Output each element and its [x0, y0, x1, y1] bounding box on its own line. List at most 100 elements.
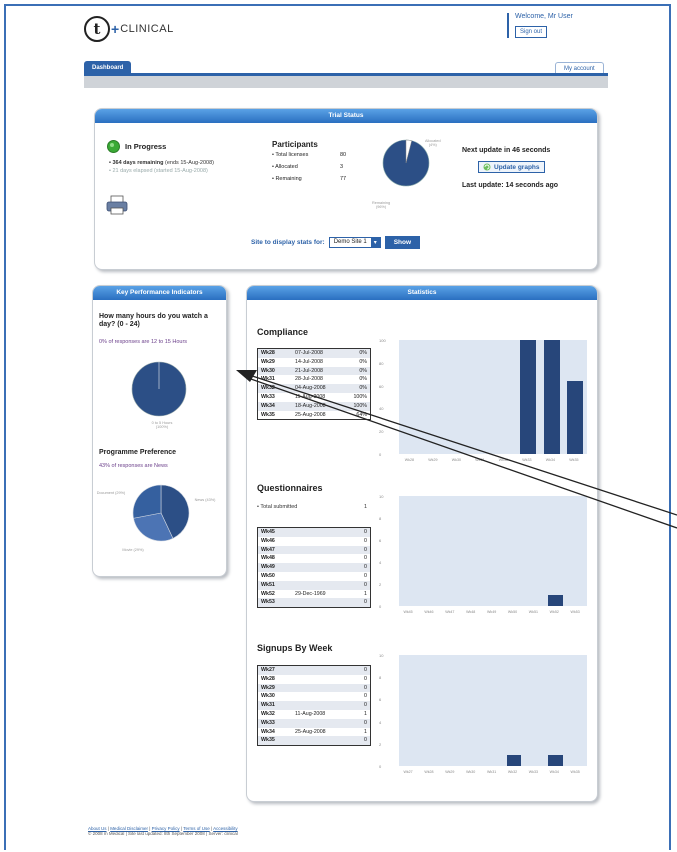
x-tick-label: Wk33	[522, 458, 532, 462]
y-tick-label: 20	[379, 429, 384, 435]
table-row: Wk49 0	[257, 563, 371, 572]
hours-pie-chart	[131, 361, 187, 417]
y-tick-label: 10	[379, 653, 384, 658]
date-cell	[292, 546, 342, 555]
sign-out-button[interactable]: Sign out	[515, 26, 548, 38]
week-cell: Wk35	[261, 411, 275, 418]
chart-plot-area	[399, 496, 587, 606]
date-cell	[292, 572, 342, 581]
date-cell	[292, 684, 342, 693]
value-cell: 0%	[359, 376, 367, 383]
days-remaining: • 364 days remaining (ends 15-Aug-2008)	[109, 160, 214, 166]
chart-bar	[520, 340, 537, 454]
trial-status-title: Trial Status	[95, 109, 597, 123]
date-cell	[292, 554, 342, 563]
date-cell	[292, 666, 342, 675]
value-cell: 0	[364, 693, 367, 700]
week-cell: Wk48	[261, 555, 275, 562]
chart-bar	[567, 381, 584, 454]
date-cell	[292, 537, 342, 546]
refresh-icon	[483, 163, 491, 171]
chart-bar	[543, 340, 560, 454]
logo-plus-icon: +	[111, 21, 120, 37]
update-graphs-button[interactable]: Update graphs	[478, 161, 545, 173]
x-tick-label: Wk48	[466, 610, 476, 614]
date-cell: 07-Jul-2008	[295, 350, 323, 356]
programme-pie-chart	[132, 484, 190, 542]
logo-wordmark: CLINICAL	[120, 23, 174, 35]
x-tick-label: Wk35	[569, 458, 579, 462]
trial-status-panel: Trial Status In Progress • 364 days rema…	[94, 108, 598, 270]
date-cell	[292, 675, 342, 684]
value-cell: 0	[364, 702, 367, 709]
date-cell	[292, 719, 342, 728]
x-tick-label: Wk52	[549, 610, 559, 614]
compliance-title: Compliance	[257, 327, 309, 337]
week-cell: Wk45	[261, 529, 275, 535]
y-tick-label: 6	[379, 538, 382, 543]
x-tick-label: Wk46	[424, 610, 434, 614]
x-tick-label: Wk34	[545, 458, 555, 462]
week-cell: Wk46	[261, 537, 275, 544]
week-cell: Wk32	[261, 710, 275, 717]
news-slice-label: News (43%)	[194, 498, 216, 502]
value-cell: 0	[364, 581, 367, 588]
x-tick-label: Wk29	[445, 770, 455, 774]
date-cell: 25-Aug-2008	[295, 728, 326, 735]
value-cell: 0	[364, 564, 367, 571]
y-tick-label: 40	[379, 406, 384, 412]
days-elapsed: • 21 days elapsed (started 15-Aug-2008)	[109, 168, 208, 174]
x-tick-label: Wk28	[424, 770, 434, 774]
week-cell: Wk52	[261, 590, 275, 597]
table-row: Wk33 0	[257, 718, 371, 728]
value-cell: 0	[364, 737, 367, 744]
date-cell	[292, 736, 342, 745]
x-tick-label: Wk29	[428, 458, 438, 462]
table-row: Wk30 0	[258, 692, 371, 701]
allocated-pct: (4%)	[428, 143, 437, 147]
table-row: Wk33 11-Aug-2008 100%	[258, 393, 371, 402]
date-cell	[292, 563, 342, 572]
update-graphs-label: Update graphs	[494, 163, 540, 171]
table-row: Wk34 25-Aug-2008 1	[258, 728, 371, 737]
kpi-panel: Key Performance Indicators How many hour…	[92, 285, 227, 577]
site-select-value: Demo Site 1	[333, 239, 367, 245]
value-cell: 0%	[359, 350, 367, 356]
table-row: Wk31 0	[257, 701, 371, 710]
table-row: Wk29 14-Jul-2008 0%	[258, 358, 371, 367]
table-row: Wk46 0	[258, 537, 371, 546]
license-pie-chart	[382, 139, 430, 187]
x-tick-label: Wk27	[403, 770, 413, 774]
site-selector-row: Site to display stats for: Demo Site 1 ▾…	[251, 236, 421, 249]
compliance-table: Wk28 07-Jul-2008 0% Wk29 14-Jul-2008 0% Wk30 21…	[257, 348, 371, 421]
date-cell	[292, 701, 342, 710]
participants-value: 3	[340, 164, 344, 170]
tclinical-logo[interactable]: t + CLINICAL	[84, 16, 174, 42]
date-cell: 18-Aug-2008	[295, 402, 326, 409]
value-cell: 1	[364, 590, 367, 597]
y-tick-label: 80	[379, 360, 384, 366]
table-row: Wk28 0	[258, 675, 371, 684]
week-cell: Wk32	[261, 385, 275, 392]
remaining-pct: (96%)	[376, 205, 387, 209]
signups-table: Wk27 0 Wk28 0 Wk29 0 Wk30 0 Wk31 0 Wk32 11-Aug-2008…	[257, 665, 371, 747]
week-cell: Wk31	[261, 376, 275, 383]
last-update-text: Last update: 14 seconds ago	[462, 182, 559, 189]
value-cell: 0	[364, 675, 367, 682]
date-cell: 25-Aug-2008	[295, 411, 326, 418]
participants-label: • Allocated	[272, 164, 298, 170]
show-button[interactable]: Show	[384, 236, 421, 249]
signups-chart: 10 8 6 4 2 0 Wk27 Wk28 Wk29 Wk30 Wk31 Wk32 Wk33 Wk34 W…	[377, 649, 597, 786]
table-row: Wk27 0	[257, 665, 371, 675]
date-cell: 14-Jul-2008	[295, 358, 323, 365]
y-tick-label: 0	[379, 452, 382, 457]
week-cell: Wk51	[261, 581, 275, 588]
movie-slice-label: Movie (29%)	[122, 548, 144, 552]
participants-table: • Total licenses 80 • Allocated 3 • Remain…	[272, 152, 350, 183]
table-row: Wk28 07-Jul-2008 0%	[257, 348, 371, 358]
statistics-title: Statistics	[247, 286, 597, 300]
site-select[interactable]: Demo Site 1 ▾	[328, 237, 381, 248]
x-tick-label: Wk32	[507, 770, 518, 774]
y-tick-label: 0	[379, 764, 382, 769]
printer-icon[interactable]	[106, 195, 128, 215]
